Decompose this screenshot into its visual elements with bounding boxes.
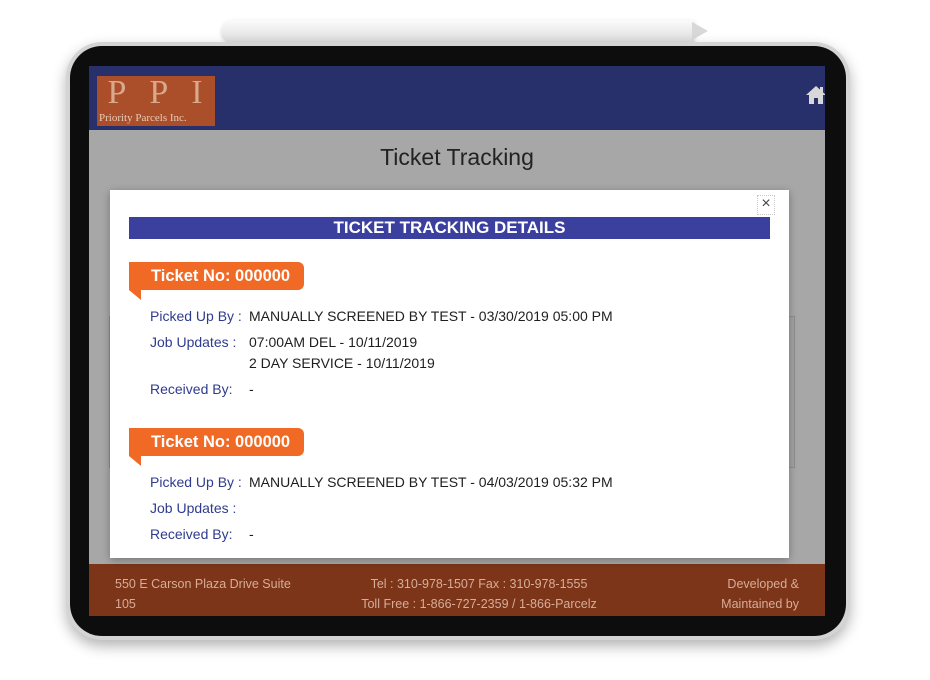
job-updates-label: Job Updates : — [150, 334, 237, 350]
logo-subtitle: Priority Parcels Inc. — [99, 112, 187, 124]
job-update-item: 07:00AM DEL - 10/11/2019 — [249, 334, 418, 350]
apple-pencil — [222, 20, 694, 42]
picked-up-label: Picked Up By : — [150, 308, 242, 324]
ribbon-fold — [129, 456, 141, 466]
footer-address-line: 105 — [115, 597, 136, 611]
picked-up-label: Picked Up By : — [150, 474, 242, 490]
picked-up-value: MANUALLY SCREENED BY TEST - 03/30/2019 0… — [249, 308, 613, 324]
close-icon[interactable]: × — [757, 195, 775, 215]
footer-contact: Tel : 310-978-1507 Fax : 310-978-1555 To… — [329, 574, 629, 614]
ticket-number-label: Ticket No: 000000 — [151, 433, 291, 451]
footer-credit-line: Developed & — [727, 577, 799, 591]
ticket-number-badge: Ticket No: 000000 — [129, 262, 305, 300]
modal-title: TICKET TRACKING DETAILS — [129, 217, 770, 239]
job-update-item: 2 DAY SERVICE - 10/11/2019 — [249, 355, 435, 371]
job-updates-label: Job Updates : — [150, 500, 237, 516]
footer-address-line: 550 E Carson Plaza Drive Suite — [115, 577, 291, 591]
footer-credit-line: Maintained by — [721, 597, 799, 611]
picked-up-value: MANUALLY SCREENED BY TEST - 04/03/2019 0… — [249, 474, 613, 490]
ribbon-fold — [129, 290, 141, 300]
received-by-label: Received By: — [150, 381, 233, 397]
logo-letter: P — [107, 74, 129, 111]
received-by-value: - — [249, 526, 254, 542]
received-by-label: Received By: — [150, 526, 233, 542]
footer-phone-line: Toll Free : 1-866-727-2359 / 1-866-Parce… — [361, 597, 597, 611]
footer-address: 550 E Carson Plaza Drive Suite 105 — [115, 574, 315, 614]
ppi-logo[interactable]: P P I Priority Parcels Inc. — [97, 74, 215, 126]
logo-letter: P — [149, 74, 171, 111]
ticket-details-modal: × TICKET TRACKING DETAILS Ticket No: 000… — [110, 190, 789, 558]
logo-letters: P P I — [97, 74, 215, 111]
home-icon[interactable] — [805, 84, 825, 106]
app-header: P P I Priority Parcels Inc. — [89, 66, 825, 130]
footer-phone-line: Tel : 310-978-1507 Fax : 310-978-1555 — [370, 577, 588, 591]
ticket-number-label: Ticket No: 000000 — [151, 267, 291, 285]
app-footer: 550 E Carson Plaza Drive Suite 105 Tel :… — [89, 564, 825, 616]
page-title: Ticket Tracking — [380, 144, 534, 170]
logo-letter: I — [191, 74, 205, 111]
ticket-number-badge: Ticket No: 000000 — [129, 428, 305, 466]
received-by-value: - — [249, 381, 254, 397]
apple-pencil-tip — [692, 22, 708, 40]
footer-credit: Developed & Maintained by — [679, 574, 799, 614]
